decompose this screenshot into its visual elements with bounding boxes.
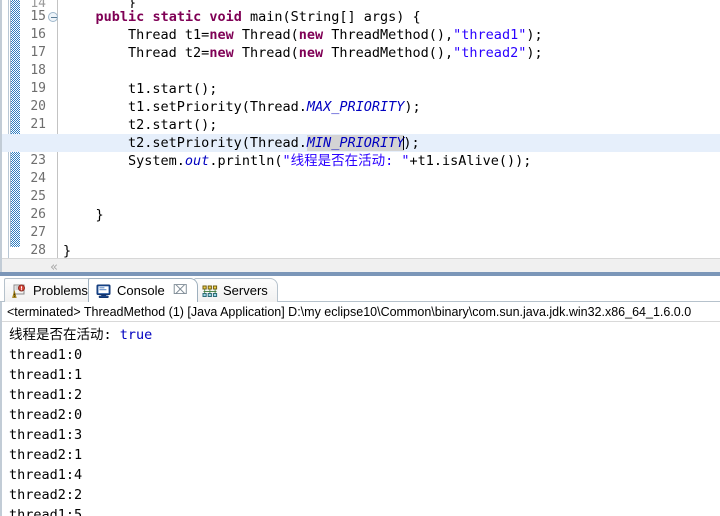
editor-change-bar xyxy=(10,0,20,247)
code-line-18[interactable] xyxy=(59,62,720,80)
java-editor[interactable]: 141516171819202122232425262728 } public … xyxy=(0,0,720,276)
code-line-28[interactable]: } xyxy=(59,242,720,258)
editor-line-number-gutter[interactable]: 141516171819202122232425262728 xyxy=(20,0,58,258)
line-number-16[interactable]: 16 xyxy=(20,26,57,44)
editor-marker-column[interactable] xyxy=(0,0,9,258)
line-number-19[interactable]: 19 xyxy=(20,80,57,98)
console-launch-label: <terminated> ThreadMethod (1) [Java Appl… xyxy=(2,302,720,322)
code-line-17[interactable]: Thread t2=new Thread(new ThreadMethod(),… xyxy=(59,44,720,62)
code-line-16[interactable]: Thread t1=new Thread(new ThreadMethod(),… xyxy=(59,26,720,44)
line-number-17[interactable]: 17 xyxy=(20,44,57,62)
problems-icon xyxy=(12,284,28,298)
tab-console[interactable]: Console ⌧ xyxy=(88,278,198,302)
code-line-20[interactable]: t1.setPriority(Thread.MAX_PRIORITY); xyxy=(59,98,720,116)
view-tabbar: Problems Console ⌧ Servers xyxy=(0,276,720,302)
console-output-line: thread1:2 xyxy=(9,387,83,403)
line-number-28[interactable]: 28 xyxy=(20,242,57,258)
line-number-24[interactable]: 24 xyxy=(20,170,57,188)
console-output-line: thread1:0 xyxy=(9,347,83,363)
console-output-line: thread1:4 xyxy=(9,467,83,483)
console-output-value: true xyxy=(119,327,153,343)
console-output-line: thread1:1 xyxy=(9,367,83,383)
console-output-line: thread1:3 xyxy=(9,427,83,443)
code-line-22[interactable]: t2.setPriority(Thread.MIN_PRIORITY); xyxy=(0,134,720,152)
line-number-21[interactable]: 21 xyxy=(20,116,57,134)
code-line-23[interactable]: System.out.println("线程是否在活动: "+t1.isAliv… xyxy=(59,152,720,170)
tab-problems[interactable]: Problems xyxy=(4,278,98,302)
servers-icon xyxy=(202,284,218,298)
fold-collapse-icon[interactable] xyxy=(48,12,58,22)
eclipse-ide-window: 141516171819202122232425262728 } public … xyxy=(0,0,720,516)
line-number-20[interactable]: 20 xyxy=(20,98,57,116)
line-number-25[interactable]: 25 xyxy=(20,188,57,206)
code-line-24[interactable] xyxy=(59,170,720,188)
editor-code-area[interactable]: } public static void main(String[] args)… xyxy=(0,0,720,258)
line-number-15[interactable]: 15 xyxy=(20,8,58,26)
code-line-27[interactable] xyxy=(59,224,720,242)
line-number-27[interactable]: 27 xyxy=(20,224,57,242)
code-line-25[interactable] xyxy=(59,188,720,206)
editor-body[interactable]: 141516171819202122232425262728 } public … xyxy=(0,0,720,258)
console-panel[interactable]: <terminated> ThreadMethod (1) [Java Appl… xyxy=(0,302,720,516)
code-line-14[interactable]: } xyxy=(59,0,720,8)
tab-servers-label: Servers xyxy=(223,283,268,298)
console-output[interactable]: 线程是否在活动: true thread1:0 thread1:1 thread1:2… xyxy=(2,322,720,516)
console-output-line: thread2:0 xyxy=(9,407,83,423)
console-output-line: thread1:5 xyxy=(9,507,83,516)
line-number-18[interactable]: 18 xyxy=(20,62,57,80)
console-output-line: thread2:1 xyxy=(9,447,83,463)
line-number-26[interactable]: 26 xyxy=(20,206,57,224)
tab-problems-label: Problems xyxy=(33,283,88,298)
line-number-14[interactable]: 14 xyxy=(20,0,57,8)
tab-servers[interactable]: Servers xyxy=(194,278,278,302)
code-line-15[interactable]: public static void main(String[] args) { xyxy=(59,8,720,26)
bottom-view-stack: Problems Console ⌧ Servers <terminated> … xyxy=(0,276,720,516)
close-icon[interactable]: ⌧ xyxy=(173,284,188,297)
tab-console-label: Console xyxy=(117,283,165,298)
code-line-26[interactable]: } xyxy=(59,206,720,224)
code-line-19[interactable]: t1.start(); xyxy=(59,80,720,98)
console-output-line: thread2:2 xyxy=(9,487,83,503)
line-number-23[interactable]: 23 xyxy=(20,152,57,170)
console-output-line: 线程是否在活动: true xyxy=(9,327,153,343)
console-icon xyxy=(96,284,112,298)
code-line-21[interactable]: t2.start(); xyxy=(59,116,720,134)
